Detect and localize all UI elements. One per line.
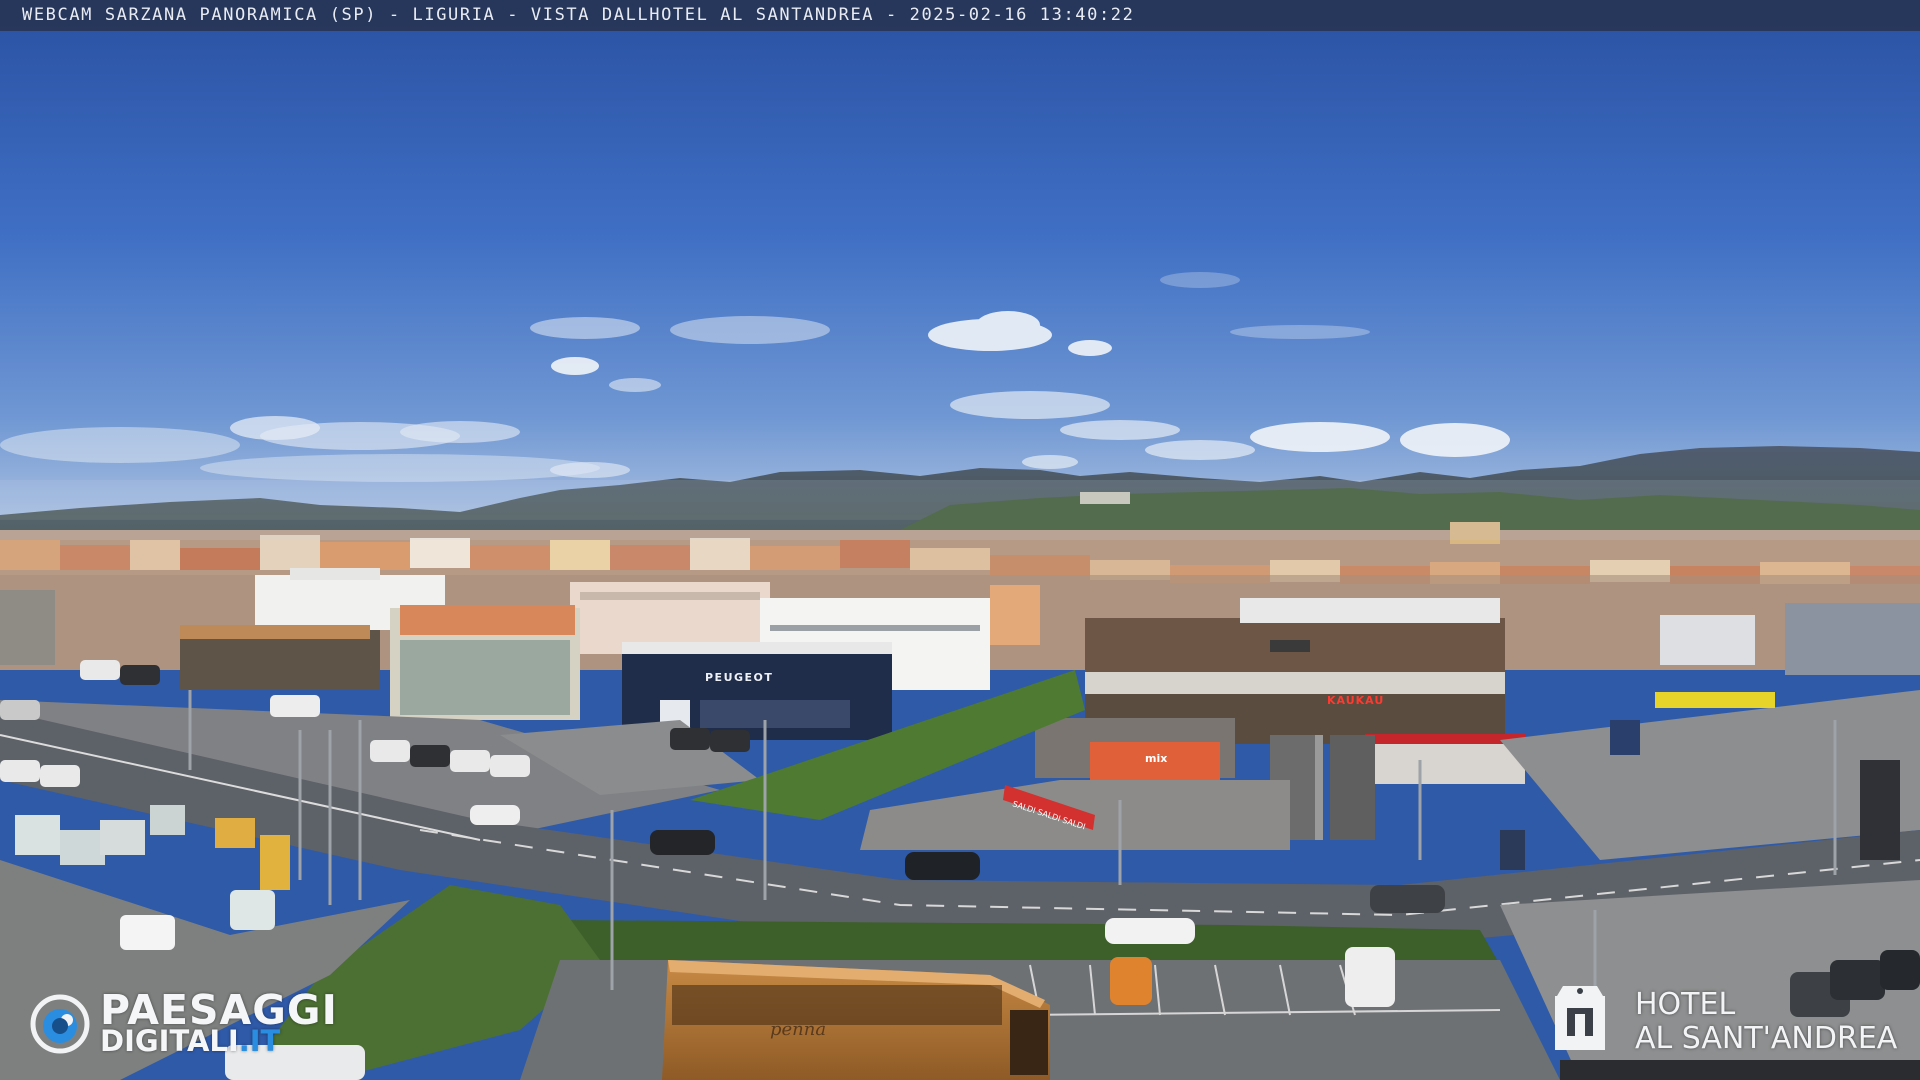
brand-line2: DIGITALI.IT [100, 1025, 280, 1057]
dark-vehicle-bottom [1560, 1060, 1920, 1080]
webcam-scene: PEUGEOT KAUKAU mix SALDI SALDI SALDI pen… [0, 0, 1920, 1080]
road-sign-pole-right [1860, 760, 1900, 860]
mix-sign: mix [1145, 752, 1167, 765]
paesaggi-digitali-logo: PAESAGGI DIGITALI.IT [30, 988, 340, 1060]
billboard [1610, 720, 1640, 755]
brand-word: DIGITALI [100, 1024, 239, 1058]
tour-bus: penna [662, 960, 1050, 1080]
webcam-caption: WEBCAM SARZANA PANORAMICA (SP) - LIGURIA… [22, 5, 1135, 25]
bus-brand: penna [770, 1019, 826, 1040]
right-lot [1500, 690, 1920, 860]
brand-tld: .IT [238, 1024, 281, 1058]
hotel-name-line1: HOTEL [1635, 987, 1736, 1022]
hotel-logo: HOTEL AL SANT'ANDREA [1545, 978, 1905, 1063]
yellow-sign [1655, 692, 1775, 708]
camera-lens-icon [30, 994, 90, 1054]
haze [0, 480, 1920, 540]
caption-bar: WEBCAM SARZANA PANORAMICA (SP) - LIGURIA… [0, 0, 1920, 31]
hotel-crest-icon [1555, 986, 1605, 1050]
road-sign-right [1500, 830, 1525, 870]
hotel-name-line2: AL SANT'ANDREA [1635, 1021, 1898, 1056]
dealer-sign: PEUGEOT [705, 671, 773, 684]
kaukau-sign: KAUKAU [1327, 694, 1384, 707]
